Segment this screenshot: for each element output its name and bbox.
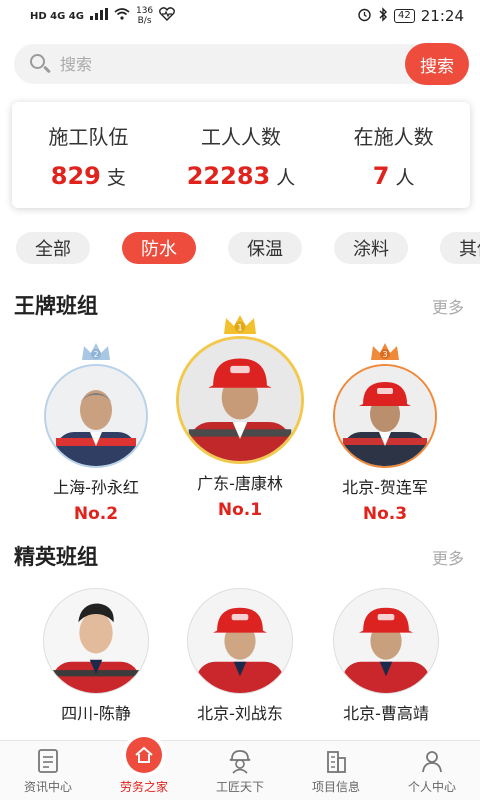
worker-name: 北京-曹高靖: [343, 704, 429, 723]
search-bar: 搜索: [14, 43, 469, 85]
stat-label: 在施人数: [353, 124, 434, 149]
search-input[interactable]: [60, 54, 400, 74]
ace-worker-3[interactable]: 3 北京-贺连军 No.3: [330, 340, 440, 524]
crown-badge: 1: [237, 324, 243, 334]
category-chips: 全部 防水 保温 涂料 其他: [16, 232, 480, 266]
stats-card: 施工队伍 829 支 工人人数 22283 人 在施人数 7人: [12, 102, 470, 208]
avatar: [187, 588, 293, 694]
home-icon-wrap: [122, 733, 166, 777]
elite-worker[interactable]: 北京-刘战东: [186, 588, 294, 724]
stat-active-workers: 在施人数 7人: [324, 121, 464, 190]
avatar: [44, 364, 148, 468]
avatar: [333, 588, 439, 694]
bottom-navigation: 资讯中心 劳务之家 工匠天下 项目信息 个人中心: [0, 733, 480, 800]
worker-rank: No.3: [362, 504, 408, 524]
ace-worker-1[interactable]: 1 广东-唐康林 No.1: [176, 312, 304, 520]
nav-label: 劳务之家: [119, 780, 168, 794]
worker-helmet-icon: [229, 750, 251, 774]
nav-projects[interactable]: 项目信息: [288, 741, 384, 800]
search-icon: [20, 44, 60, 84]
nav-label: 资讯中心: [23, 780, 72, 794]
alarm-icon: [357, 7, 372, 26]
crown-badge: 2: [93, 350, 98, 359]
worker-rank: No.2: [73, 504, 119, 524]
heart-rate-icon: [159, 7, 176, 25]
ace-section-title: 王牌班组: [14, 294, 98, 318]
network-indicator: HD 4G 4G: [30, 10, 84, 22]
signal-icon: [89, 8, 108, 24]
elite-section-title: 精英班组: [14, 545, 98, 569]
speed-unit: B/s: [137, 16, 152, 26]
avatar: [43, 588, 149, 694]
silver-crown-icon: 2: [80, 340, 112, 364]
elite-worker[interactable]: 四川-陈静: [42, 588, 150, 724]
avatar: [176, 336, 304, 464]
avatar: [333, 364, 437, 468]
stat-label: 施工队伍: [48, 124, 129, 149]
stat-value: 7人: [324, 162, 464, 190]
stat-workers: 工人人数 22283 人: [171, 121, 311, 190]
nav-label: 个人中心: [407, 780, 456, 794]
worker-name: 四川-陈静: [61, 704, 131, 723]
stat-number: 22283: [186, 161, 271, 190]
search-button[interactable]: 搜索: [405, 43, 469, 85]
speed-value: 136: [135, 6, 154, 16]
stat-number: 7: [372, 161, 390, 190]
nav-label: 项目信息: [311, 780, 360, 794]
ace-more-link[interactable]: 更多: [432, 294, 464, 318]
stat-number: 829: [50, 161, 101, 190]
document-icon: [38, 749, 58, 773]
category-coating[interactable]: 涂料: [334, 232, 408, 264]
stat-value: 22283 人: [171, 162, 311, 190]
nav-craftsmen[interactable]: 工匠天下: [192, 741, 288, 800]
status-right: 42 21:24: [357, 6, 464, 26]
elite-more-link[interactable]: 更多: [432, 545, 464, 569]
bluetooth-icon: [378, 6, 388, 26]
category-other[interactable]: 其他: [440, 232, 480, 264]
stat-unit: 人: [276, 166, 296, 189]
building-icon: [327, 751, 346, 773]
nav-profile[interactable]: 个人中心: [384, 741, 480, 800]
clock: 21:24: [420, 7, 464, 25]
stat-unit: 支: [106, 166, 126, 189]
crown-badge: 3: [382, 350, 387, 359]
gold-crown-icon: 1: [222, 312, 258, 338]
bronze-crown-icon: 3: [369, 340, 401, 364]
worker-name: 北京-贺连军: [342, 478, 428, 497]
ace-worker-2[interactable]: 2 上海-孙永红 No.2: [40, 340, 152, 524]
worker-rank: No.1: [217, 500, 263, 520]
stat-label: 工人人数: [200, 124, 281, 149]
status-bar: HD 4G 4G 136 B/s 42 21:24: [0, 0, 480, 32]
status-left: HD 4G 4G 136 B/s: [30, 6, 176, 26]
person-icon: [422, 751, 442, 773]
speed-indicator: 136 B/s: [136, 6, 153, 26]
stat-unit: 人: [395, 166, 415, 189]
category-insulation[interactable]: 保温: [228, 232, 302, 264]
app-screen: HD 4G 4G 136 B/s 42 21:24 搜索 搜索 施工队伍 829…: [0, 0, 480, 800]
worker-name: 上海-孙永红: [53, 478, 139, 497]
category-all[interactable]: 全部: [16, 232, 90, 264]
worker-name: 广东-唐康林: [197, 474, 283, 493]
stat-teams: 施工队伍 829 支: [18, 121, 158, 190]
nav-news[interactable]: 资讯中心: [0, 741, 96, 800]
nav-labor-home[interactable]: 劳务之家: [96, 733, 192, 800]
worker-name: 北京-刘战东: [197, 704, 283, 723]
home-icon: [126, 737, 162, 773]
stat-value: 829 支: [18, 162, 158, 190]
battery-indicator: 42: [394, 9, 415, 23]
category-waterproof[interactable]: 防水: [122, 232, 196, 264]
elite-worker[interactable]: 北京-曹高靖: [330, 588, 442, 724]
nav-label: 工匠天下: [215, 780, 264, 794]
wifi-icon: [114, 8, 130, 24]
